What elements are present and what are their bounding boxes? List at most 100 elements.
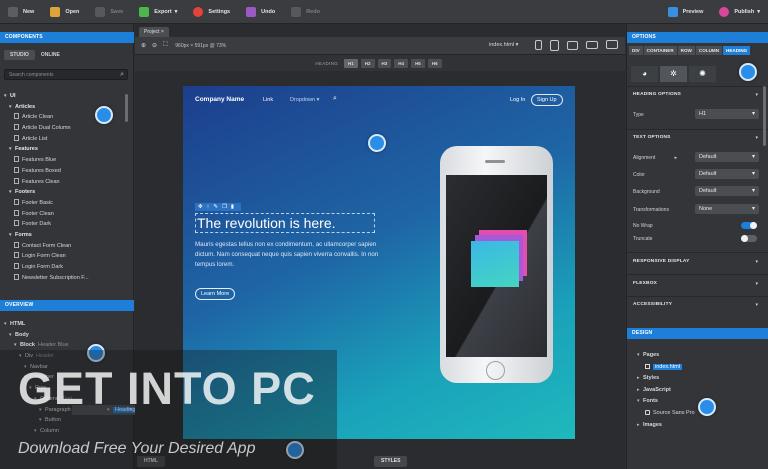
settings-button[interactable]: Settings (185, 0, 238, 24)
component-item[interactable]: Features Blue (4, 155, 89, 166)
search-icon[interactable]: ⌕ (333, 95, 337, 103)
component-item[interactable]: Newsletter Subscription F... (4, 273, 89, 284)
laptop-icon[interactable] (586, 41, 598, 49)
duplicate-icon[interactable]: ❐ (222, 204, 227, 210)
chevron-down-icon[interactable]: ▾ (755, 92, 758, 98)
breadcrumb-div[interactable]: DIV (629, 46, 643, 55)
app-window: New Open Save Export ▾ Settings Undo Redo… (0, 0, 768, 469)
desktop-icon[interactable] (606, 40, 618, 49)
arrow-up-icon[interactable]: ↑ (207, 204, 210, 210)
tab-studio[interactable]: STUDIO (4, 50, 35, 60)
component-item[interactable]: Article Dual Column (4, 123, 89, 134)
trash-icon[interactable]: ▮ (231, 204, 234, 210)
heading-level-h1-button[interactable]: H1 (344, 58, 358, 68)
breadcrumb-row[interactable]: ROW (677, 46, 695, 55)
heading-level-h3-button[interactable]: H3 (377, 58, 392, 68)
design-node[interactable]: ▾ Fonts (637, 396, 695, 408)
background-select[interactable]: Default (695, 186, 759, 196)
component-item[interactable]: Features Boxed (4, 166, 89, 177)
navbar-brand[interactable]: Company Name (195, 96, 244, 103)
open-button[interactable]: Open (42, 0, 87, 24)
navbar-dropdown[interactable]: Dropdown ▾ (290, 97, 319, 103)
edit-icon[interactable]: ✎ (213, 204, 218, 210)
component-item[interactable]: Login Form Clean (4, 251, 89, 262)
redo-button[interactable]: Redo (283, 0, 328, 24)
undo-button[interactable]: Undo (238, 0, 283, 24)
flexbox-header[interactable]: FLEXBOX (633, 281, 657, 286)
overview-node[interactable]: ▾ HTML (4, 319, 72, 330)
component-item[interactable]: Article Clean (4, 112, 89, 123)
chevron-down-icon[interactable]: ▾ (755, 281, 758, 287)
preview-button[interactable]: Preview (660, 0, 712, 24)
component-item[interactable]: Contact Form Clean (4, 241, 89, 252)
hero-paragraph[interactable]: Mauris egestas tellus non ex condimentum… (195, 240, 379, 270)
new-button[interactable]: New (0, 0, 42, 24)
responsive-display-header[interactable]: RESPONSIVE DISPLAY (633, 259, 689, 264)
save-button[interactable]: Save (87, 0, 131, 24)
chevron-down-icon[interactable]: ▾ (755, 259, 758, 265)
publish-button[interactable]: Publish ▾ (711, 0, 768, 24)
phone-icon[interactable] (535, 40, 542, 50)
options-scrollbar[interactable] (763, 86, 766, 146)
heading-level-h5-button[interactable]: H5 (411, 58, 425, 68)
nowrap-toggle[interactable] (741, 222, 757, 229)
signup-button[interactable]: Sign Up (531, 94, 563, 106)
settings-alt-icon[interactable]: ✺ (689, 66, 716, 82)
breadcrumb-heading[interactable]: HEADING (723, 46, 751, 55)
design-node[interactable]: Source Sans Pro (637, 408, 695, 420)
login-link[interactable]: Log In (510, 97, 525, 103)
move-icon[interactable]: ✥ (198, 204, 203, 210)
export-button[interactable]: Export ▾ (131, 0, 185, 24)
gear-icon[interactable]: ✲ (660, 66, 687, 82)
heading-options-header[interactable]: HEADING OPTIONS (633, 92, 681, 97)
type-select[interactable]: H1 (695, 109, 759, 119)
heading-level-h2-button[interactable]: H2 (360, 58, 375, 68)
accessibility-header[interactable]: ACCESSIBILITY (633, 302, 672, 307)
chevron-down-icon[interactable]: ▾ (755, 302, 758, 308)
component-item[interactable]: Footer Basic (4, 198, 89, 209)
design-node[interactable]: ▸ JavaScript (637, 385, 695, 397)
alignment-select[interactable]: Default (695, 152, 759, 162)
components-scrollbar[interactable] (125, 94, 128, 122)
color-select[interactable]: Default (695, 169, 759, 179)
tablet-landscape-icon[interactable] (567, 41, 578, 50)
component-item[interactable]: Footer Clean (4, 209, 89, 220)
transformations-select[interactable]: None (695, 204, 759, 214)
close-icon[interactable]: × (161, 29, 164, 35)
design-node[interactable]: ▸ Images (637, 420, 695, 432)
tree-category[interactable]: ▾ Articles (4, 102, 89, 113)
component-item[interactable]: Login Form Dark (4, 262, 89, 273)
component-item[interactable]: Article List (4, 134, 89, 145)
heading-level-h6-button[interactable]: H6 (427, 58, 442, 68)
component-item[interactable]: Footer Dark (4, 219, 89, 230)
truncate-toggle[interactable] (741, 235, 757, 242)
design-node[interactable]: index.html (637, 362, 695, 374)
design-node[interactable]: ▸ Styles (637, 373, 695, 385)
design-node[interactable]: ▾ Pages (637, 350, 695, 362)
transformations-label: Transformations (633, 207, 669, 213)
tree-category[interactable]: ▾ Footers (4, 187, 89, 198)
text-options-header[interactable]: TEXT OPTIONS (633, 135, 671, 140)
tab-project[interactable]: Project × (139, 27, 169, 37)
tab-online[interactable]: ONLINE (35, 50, 66, 60)
navbar-link[interactable]: Link (263, 97, 273, 103)
search-input[interactable]: Search components ⌕ (4, 69, 128, 80)
page-file-selector[interactable]: index.html ▾ (489, 42, 518, 48)
zoom-out-icon[interactable]: ⊖ (152, 42, 157, 49)
component-item[interactable]: Features Clean (4, 177, 89, 188)
overview-node[interactable]: ▾ Body (4, 330, 72, 341)
breadcrumb-column[interactable]: COLUMN (695, 46, 723, 55)
heading-level-h4-button[interactable]: H4 (394, 58, 409, 68)
tab-styles[interactable]: STYLES (374, 456, 408, 467)
chevron-down-icon[interactable]: ▾ (755, 135, 758, 141)
zoom-in-icon[interactable]: ⊕ (141, 42, 146, 49)
tree-category[interactable]: ▾ UI (4, 91, 89, 102)
tree-category[interactable]: ▾ Features (4, 144, 89, 155)
tree-category[interactable]: ▾ Forms (4, 230, 89, 241)
hero-heading[interactable]: The revolution is here. (195, 213, 375, 233)
learn-more-button[interactable]: Learn More (195, 288, 236, 300)
tablet-icon[interactable] (550, 40, 559, 51)
palette-icon[interactable]: ◕ (631, 66, 658, 82)
breadcrumb-container[interactable]: CONTAINER (643, 46, 677, 55)
fit-screen-icon[interactable]: ⛶ (163, 42, 167, 49)
